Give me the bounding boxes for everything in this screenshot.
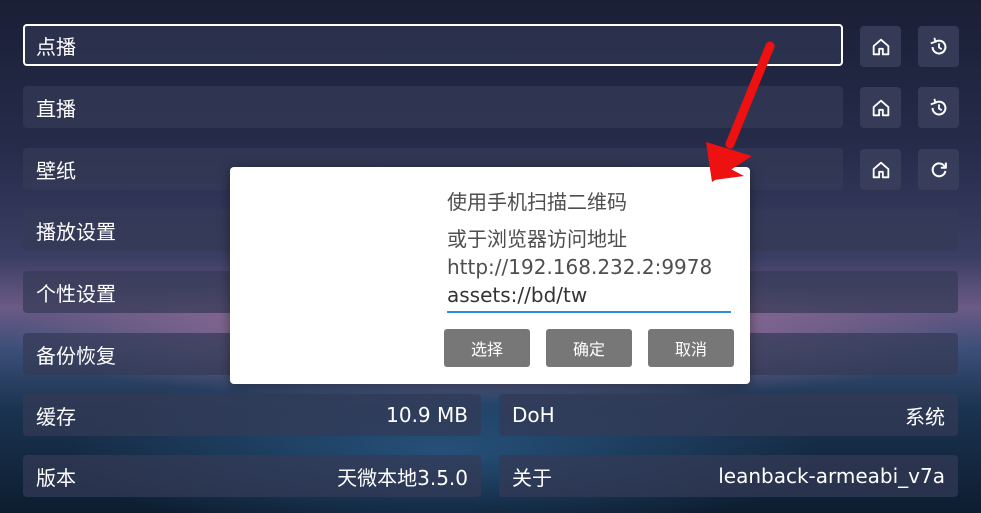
history-icon <box>929 37 946 54</box>
vod-home-button[interactable] <box>860 26 901 67</box>
about-label: 关于 <box>512 465 552 490</box>
doh-label: DoH <box>512 403 555 427</box>
live-history-button[interactable] <box>918 87 959 128</box>
wallpaper-label: 壁纸 <box>36 158 76 183</box>
cache-label: 缓存 <box>36 404 76 429</box>
personal-label: 个性设置 <box>36 281 116 306</box>
live-setting[interactable]: 直播 <box>23 86 843 128</box>
refresh-icon <box>931 161 947 177</box>
playback-label: 播放设置 <box>36 219 116 244</box>
dialog-address: http://192.168.232.2:9978 <box>447 255 713 279</box>
dialog-scan-hint: 使用手机扫描二维码 <box>447 190 627 214</box>
about-value: leanback-armeabi_v7a <box>718 464 945 488</box>
doh-value: 系统 <box>905 404 945 429</box>
wallpaper-refresh-button[interactable] <box>918 149 959 190</box>
version-value: 天微本地3.5.0 <box>337 465 468 490</box>
version-label: 版本 <box>36 465 76 490</box>
vod-history-button[interactable] <box>918 26 959 67</box>
vod-label: 点播 <box>36 34 76 59</box>
qr-code <box>260 179 430 349</box>
push-dialog: 使用手机扫描二维码 或于浏览器访问地址 http://192.168.232.2… <box>230 167 750 384</box>
cancel-button[interactable]: 取消 <box>648 329 734 367</box>
live-label: 直播 <box>36 96 76 121</box>
confirm-button[interactable]: 确定 <box>546 329 632 367</box>
backup-label: 备份恢复 <box>36 343 116 368</box>
wallpaper-home-button[interactable] <box>860 149 901 190</box>
home-icon <box>872 99 889 116</box>
about-setting[interactable]: 关于 leanback-armeabi_v7a <box>499 455 958 497</box>
url-input[interactable] <box>447 279 731 313</box>
cache-value: 10.9 MB <box>386 403 468 427</box>
select-button[interactable]: 选择 <box>444 329 530 367</box>
home-icon <box>872 161 889 178</box>
cache-setting[interactable]: 缓存 10.9 MB <box>23 394 481 436</box>
doh-setting[interactable]: DoH 系统 <box>499 394 958 436</box>
dialog-browser-hint: 或于浏览器访问地址 <box>447 227 627 251</box>
version-setting[interactable]: 版本 天微本地3.5.0 <box>23 455 481 497</box>
home-icon <box>872 38 889 55</box>
history-icon <box>929 98 946 115</box>
vod-setting[interactable]: 点播 <box>23 24 843 66</box>
live-home-button[interactable] <box>860 87 901 128</box>
